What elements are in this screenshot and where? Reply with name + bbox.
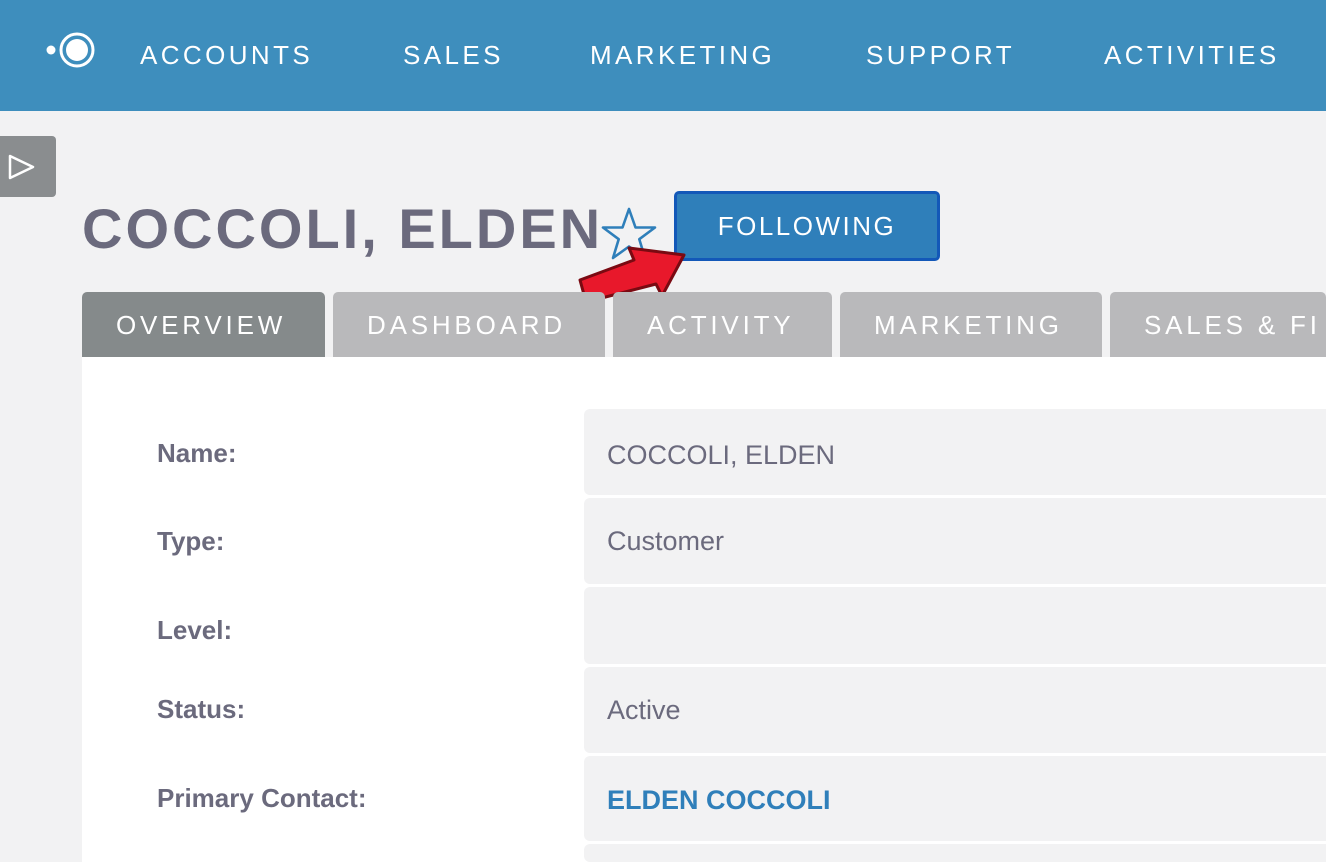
tab-activity[interactable]: ACTIVITY — [613, 292, 832, 358]
primary-contact-label: Primary Contact: — [157, 783, 367, 813]
next-field — [584, 844, 1326, 862]
following-button[interactable]: FOLLOWING — [674, 191, 940, 261]
primary-contact-link[interactable]: ELDEN COCCOLI — [607, 785, 831, 816]
name-value: COCCOLI, ELDEN — [607, 440, 836, 470]
circle-logo-icon[interactable] — [44, 31, 98, 69]
level-label: Level: — [157, 615, 233, 645]
nav-item-activities[interactable]: ACTIVITIES — [1104, 40, 1280, 71]
status-label: Status: — [157, 694, 246, 724]
tab-marketing[interactable]: MARKETING — [840, 292, 1102, 358]
status-value: Active — [607, 695, 681, 725]
page-title: COCCOLI, ELDEN — [82, 197, 604, 260]
type-value: Customer — [607, 526, 725, 556]
top-nav-bar: ACCOUNTS SALES MARKETING SUPPORT ACTIVIT… — [0, 0, 1326, 111]
nav-item-support[interactable]: SUPPORT — [866, 40, 1015, 71]
level-field — [584, 587, 1326, 664]
tab-dashboard[interactable]: DASHBOARD — [333, 292, 605, 358]
tab-overview[interactable]: OVERVIEW — [82, 292, 325, 358]
play-triangle-icon — [8, 154, 35, 180]
nav-item-sales[interactable]: SALES — [403, 40, 504, 71]
status-field — [584, 667, 1326, 753]
type-label: Type: — [157, 526, 225, 556]
nav-item-marketing[interactable]: MARKETING — [590, 40, 775, 71]
nav-item-accounts[interactable]: ACCOUNTS — [140, 40, 313, 71]
name-label: Name: — [157, 438, 237, 468]
tab-sales-finance[interactable]: SALES & FI — [1110, 292, 1326, 358]
sidebar-toggle-button[interactable] — [0, 136, 56, 197]
